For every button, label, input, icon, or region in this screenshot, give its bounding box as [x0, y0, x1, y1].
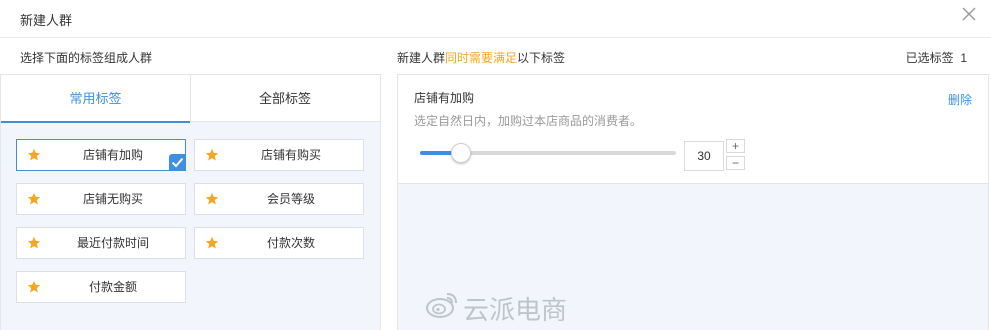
tag-label: 会员等级	[266, 192, 315, 206]
selected-tag-card: 店铺有加购 选定自然日内，加购过本店商品的消费者。 删除 30 + −	[398, 75, 988, 184]
tag-last-payment-time[interactable]: 最近付款时间	[16, 227, 186, 259]
day-range-slider[interactable]	[420, 143, 676, 163]
delete-link[interactable]: 删除	[948, 91, 972, 108]
tag-store-has-purchase[interactable]: 店铺有购买	[194, 139, 364, 171]
checkmark-icon	[169, 154, 186, 171]
star-icon	[27, 192, 41, 205]
tag-payment-amount[interactable]: 付款金额	[16, 271, 186, 303]
tag-label: 店铺有购买	[260, 148, 321, 162]
selected-count: 已选标签 1	[906, 49, 967, 66]
card-title: 店铺有加购	[414, 91, 475, 105]
weibo-icon	[426, 293, 457, 318]
tag-store-no-purchase[interactable]: 店铺无购买	[16, 183, 186, 215]
right-instruction-highlight: 同时需要满足	[445, 51, 518, 65]
day-value-input[interactable]: 30	[684, 141, 724, 171]
close-icon[interactable]	[961, 6, 977, 22]
tag-label: 付款次数	[266, 236, 315, 250]
tab-common-tags[interactable]: 常用标签	[1, 75, 190, 123]
tag-store-add-to-cart[interactable]: 店铺有加购	[16, 139, 186, 171]
tab-all-tags[interactable]: 全部标签	[190, 75, 379, 122]
tag-member-level[interactable]: 会员等级	[194, 183, 364, 215]
star-icon	[27, 148, 41, 161]
star-icon	[205, 192, 219, 205]
right-instruction: 新建人群同时需要满足以下标签	[397, 49, 565, 66]
star-icon	[205, 148, 219, 161]
right-instruction-prefix: 新建人群	[397, 51, 446, 65]
tag-label: 最近付款时间	[76, 236, 149, 250]
star-icon	[205, 236, 219, 249]
tag-label: 付款金额	[88, 280, 137, 294]
star-icon	[27, 236, 41, 249]
decrement-button[interactable]: −	[726, 156, 745, 170]
slider-handle[interactable]	[451, 143, 471, 163]
watermark-text: 云派电商	[463, 296, 568, 326]
left-instruction: 选择下面的标签组成人群	[20, 51, 153, 65]
right-instruction-suffix: 以下标签	[517, 51, 566, 65]
tag-tabs: 常用标签 全部标签	[1, 75, 380, 123]
star-icon	[27, 280, 41, 293]
dialog-title: 新建人群	[20, 13, 73, 28]
selected-count-value: 1	[960, 51, 967, 65]
card-description: 选定自然日内，加购过本店商品的消费者。	[414, 114, 643, 128]
dialog-header: 新建人群	[0, 0, 991, 38]
increment-button[interactable]: +	[726, 139, 745, 153]
tag-label: 店铺无购买	[82, 192, 143, 206]
selected-count-label: 已选标签	[905, 51, 954, 65]
tag-label: 店铺有加购	[82, 148, 143, 162]
tag-picker-panel: 常用标签 全部标签 店铺有加购 店铺有购买 店铺无购买 会员等级 最近付款时间 …	[0, 74, 381, 330]
tag-payment-count[interactable]: 付款次数	[194, 227, 364, 259]
